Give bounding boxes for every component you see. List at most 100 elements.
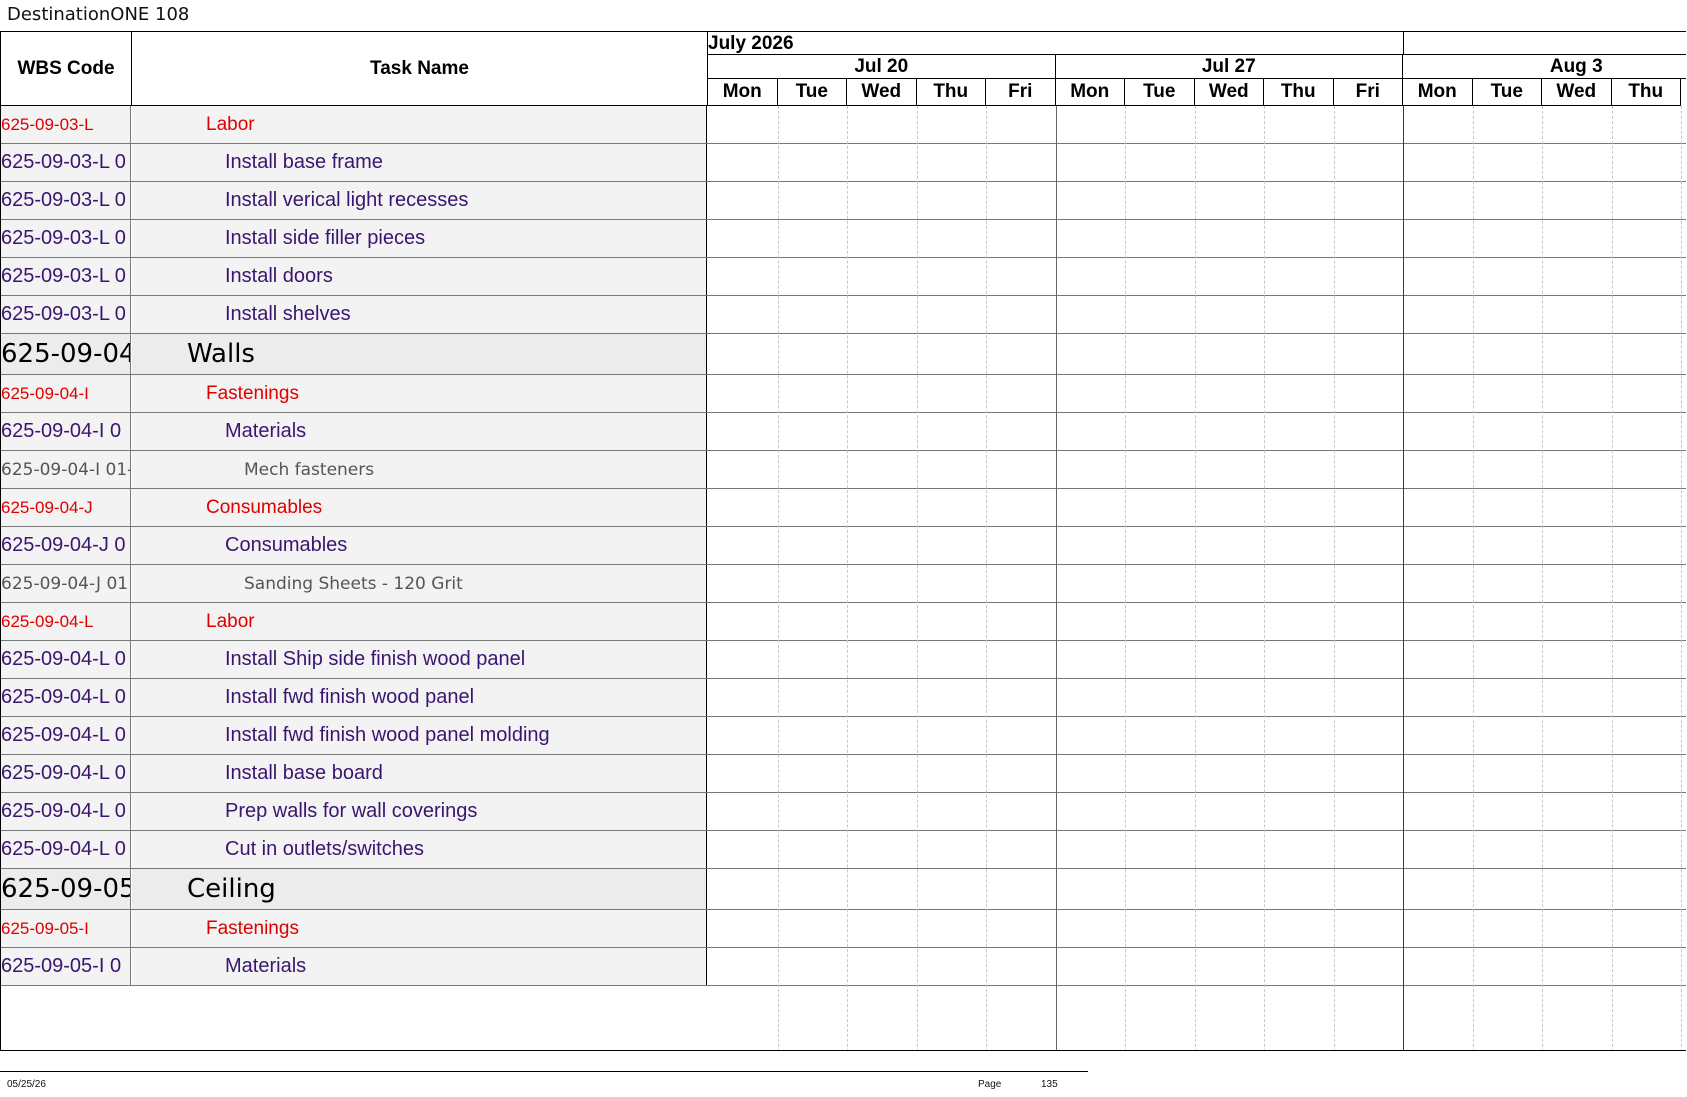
task-row[interactable]: 625-09-04-J Consumables [1,489,1686,527]
task-row[interactable]: 625-09-04-J 0 Consumables [1,527,1686,565]
task-name-cell: Labor [132,106,707,143]
timescale-day: Tue [1125,79,1195,106]
timescale-gridline [1333,106,1335,1050]
wbs-code-cell: 625-09-04-L [1,603,131,640]
timescale-day: Tue [1472,79,1542,106]
timescale-gridline [1542,106,1543,1050]
wbs-code-cell: 625-09-04-L 0 [1,831,131,868]
timescale-day: Fri [1333,79,1403,106]
task-row[interactable]: 625-09-04-L Labor [1,603,1686,641]
task-name-cell: Install base frame [132,144,707,181]
task-name-cell: Cut in outlets/switches [132,831,707,868]
wbs-code-cell: 625-09-03-L 0 [1,296,131,333]
task-row[interactable]: 625-09-03-L 0 Install base frame [1,144,1686,182]
gantt-sheet: WBS Code Task Name July 2026 Jul 20 Jul 27… [0,31,1686,1051]
timescale-day: Thu [916,79,986,106]
timescale-month: July 2026 [708,32,1403,55]
task-row[interactable]: 625-09-04-L 0 Install fwd finish wood pan… [1,679,1686,717]
task-name-cell: Install doors [132,258,707,295]
wbs-code-cell: 625-09-04 [1,334,131,374]
footer-divider [0,1071,1088,1072]
task-name-cell: Install fwd finish wood panel molding [132,717,707,754]
task-name-cell: Install shelves [132,296,707,333]
task-row[interactable]: 625-09-05-I 0 Materials [1,948,1686,986]
wbs-code-cell: 625-09-03-L 0 [1,258,131,295]
task-row[interactable]: 625-09-04-L 0 Install Ship side finish wo… [1,641,1686,679]
task-row[interactable]: 625-09-04-I 0 Materials [1,413,1686,451]
timescale-week: Jul 27 [1055,55,1403,79]
task-row[interactable]: 625-09-04-L 0 Install fwd finish wood pan… [1,717,1686,755]
timescale-day: Mon [1055,79,1125,106]
wbs-code-cell: 625-09-04-L 0 [1,793,131,830]
footer-page-number: 135 [1041,1079,1058,1090]
timescale-day: Wed [1194,79,1264,106]
timescale-gridline [1681,106,1682,1050]
task-name-cell: Prep walls for wall coverings [132,793,707,830]
timescale-gridline [1264,106,1265,1050]
wbs-code-cell: 625-09-04-J [1,489,131,526]
timescale-gridline [916,106,918,1050]
task-name-cell: Consumables [132,489,707,526]
task-row[interactable]: 625-09-04-L 0 Prep walls for wall coverin… [1,793,1686,831]
task-row[interactable]: 625-09-03-L 0 Install doors [1,258,1686,296]
task-row[interactable]: 625-09-04-I Fastenings [1,375,1686,413]
timescale-gridline [1403,106,1404,1050]
task-row[interactable]: 625-09-03-L 0 Install shelves [1,296,1686,334]
task-name-cell: Materials [132,948,707,985]
task-table: 625-09-03-L Labor 625-09-03-L 0 Install bas… [1,106,1686,986]
task-row[interactable]: 625-09-04 Walls [1,334,1686,375]
wbs-code-cell: 625-09-04-L 0 [1,641,131,678]
wbs-code-cell: 625-09-03-L 0 [1,182,131,219]
timescale-week: Aug 3 [1403,55,1686,79]
wbs-code-cell: 625-09-05-I 0 [1,948,131,985]
timescale-day: Thu [1611,79,1681,106]
wbs-code-cell: 625-09-04-L 0 [1,755,131,792]
timescale-day: Wed [1542,79,1612,106]
timescale-gridline [1472,106,1474,1050]
timescale-header: July 2026 Jul 20 Jul 27 Aug 3 Mon Tue Wed Thu Fr… [708,32,1686,106]
wbs-code-cell: 625-09-04-J 01 [1,565,131,602]
wbs-code-column-header: WBS Code [1,32,132,106]
task-row[interactable]: 625-09-04-I 01- Mech fasteners [1,451,1686,489]
task-row[interactable]: 625-09-03-L 0 Install verical light reces… [1,182,1686,220]
timescale-gridline [1611,106,1613,1050]
task-name-cell: Materials [132,413,707,450]
task-name-cell: Install side filler pieces [132,220,707,257]
wbs-code-cell: 625-09-03-L [1,106,131,143]
document-title: DestinationONE 108 [7,4,190,25]
task-row[interactable]: 625-09-03-L 0 Install side filler pieces [1,220,1686,258]
task-row[interactable]: 625-09-04-L 0 Install base board [1,755,1686,793]
task-name-cell: Install fwd finish wood panel [132,679,707,716]
timescale-day: Fri [986,79,1056,106]
timescale-day: Mon [1403,79,1473,106]
task-row[interactable]: 625-09-05-I Fastenings [1,910,1686,948]
task-name-cell: Mech fasteners [132,451,707,488]
timescale-gridline [847,106,848,1050]
footer-date: 05/25/26 [7,1079,46,1090]
task-name-cell: Fastenings [132,375,707,412]
task-name-cell: Install Ship side finish wood panel [132,641,707,678]
task-name-cell: Ceiling [132,869,707,909]
timescale-month [1403,32,1686,55]
task-name-cell: Labor [132,603,707,640]
timescale-day: Mon [708,79,778,106]
timescale-week: Jul 20 [708,55,1056,79]
wbs-code-cell: 625-09-05-I [1,910,131,947]
task-row[interactable]: 625-09-04-J 01 Sanding Sheets - 120 Grit [1,565,1686,603]
timescale-gridline [1055,106,1057,1050]
task-name-cell: Fastenings [132,910,707,947]
timescale-gridline [1125,106,1126,1050]
task-name-cell: Install verical light recesses [132,182,707,219]
task-row[interactable]: 625-09-05 Ceiling [1,869,1686,910]
timescale-gridline [777,106,779,1050]
timescale-day: Thu [1264,79,1334,106]
task-name-cell: Consumables [132,527,707,564]
task-row[interactable]: 625-09-03-L Labor [1,106,1686,144]
task-name-column-header: Task Name [132,32,708,106]
wbs-code-cell: 625-09-05 [1,869,131,909]
wbs-code-cell: 625-09-04-I 0 [1,413,131,450]
timescale-gridline [1194,106,1196,1050]
wbs-code-cell: 625-09-04-L 0 [1,717,131,754]
wbs-code-cell: 625-09-03-L 0 [1,220,131,257]
task-row[interactable]: 625-09-04-L 0 Cut in outlets/switches [1,831,1686,869]
